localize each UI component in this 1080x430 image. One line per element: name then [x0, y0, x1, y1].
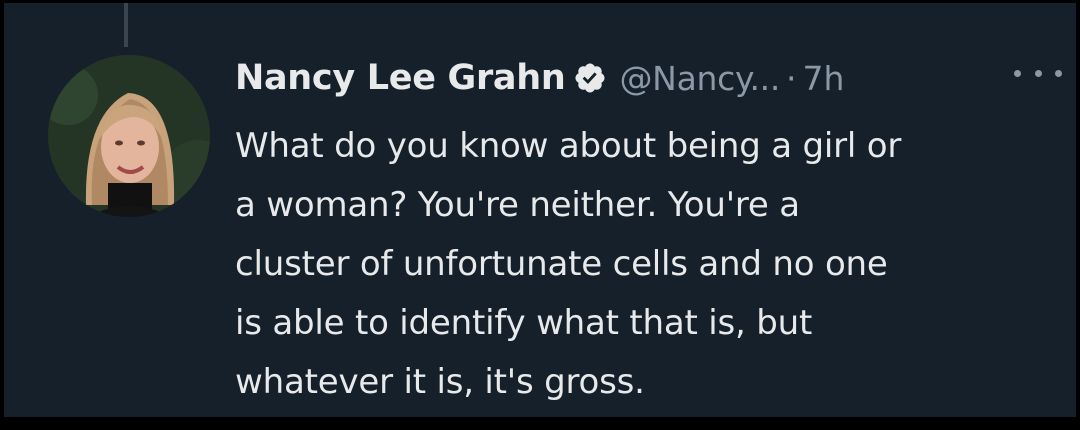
tweet-text-line: cluster of unfortunate cells and no one: [235, 244, 888, 284]
tweet[interactable]: Nancy Lee Grahn @Nancy... · 7h What do y…: [4, 3, 1076, 417]
thread-connector-line: [124, 3, 128, 47]
tweet-text-line: a woman? You're neither. You're a: [235, 185, 800, 225]
more-dot: [1055, 69, 1062, 77]
author-display-name[interactable]: Nancy Lee Grahn: [235, 58, 566, 98]
header-separator: ·: [786, 58, 797, 98]
tweet-text-line: is able to identify what that is, but: [235, 303, 813, 343]
tweet-text-line: What do you know about being a girl or: [235, 126, 902, 166]
author-handle[interactable]: @Nancy...: [619, 59, 780, 98]
verified-badge-icon: [573, 61, 607, 95]
more-dot: [1014, 69, 1021, 77]
avatar[interactable]: [48, 55, 210, 217]
more-options-icon[interactable]: [1014, 63, 1062, 83]
tweet-text: What do you know about being a girl or a…: [235, 117, 1065, 412]
tweet-timestamp[interactable]: 7h: [803, 59, 845, 98]
more-dot: [1034, 69, 1042, 77]
screenshot-frame: Nancy Lee Grahn @Nancy... · 7h What do y…: [0, 0, 1080, 430]
tweet-header: Nancy Lee Grahn @Nancy... · 7h: [235, 53, 844, 103]
avatar-photo-icon: [48, 55, 210, 217]
tweet-text-line: whatever it is, it's gross.: [235, 362, 645, 402]
